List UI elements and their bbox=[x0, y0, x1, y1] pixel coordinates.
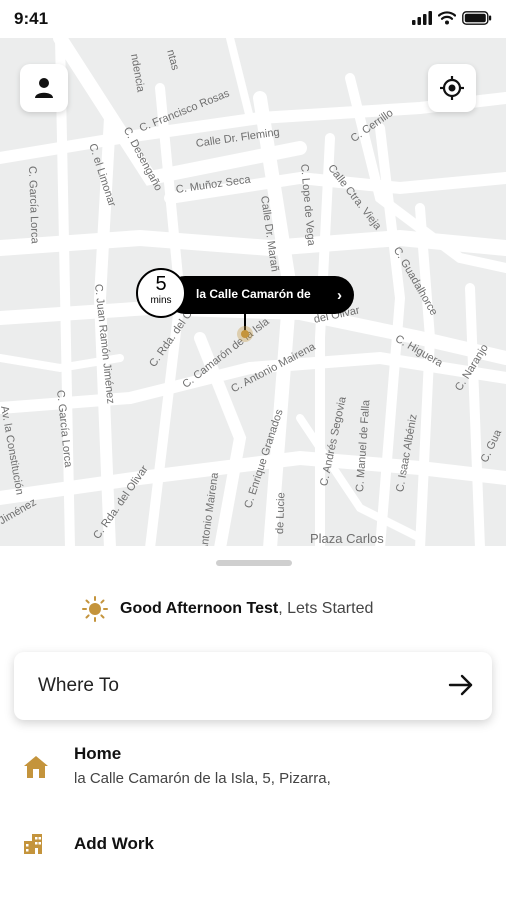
place-address: la Calle Camarón de la Isla, 5, Pizarra, bbox=[74, 770, 331, 787]
location-pin-icon bbox=[237, 326, 253, 342]
building-icon bbox=[24, 834, 42, 854]
user-icon bbox=[35, 78, 53, 98]
locate-me-button[interactable] bbox=[428, 64, 476, 112]
pickup-pill[interactable]: la Calle Camarón de › bbox=[166, 276, 354, 314]
sheet-handle[interactable] bbox=[216, 560, 292, 566]
status-time: 9:41 bbox=[14, 9, 49, 28]
place-title: Add Work bbox=[74, 834, 154, 853]
where-to-label: Where To bbox=[38, 675, 119, 696]
greeting: Good Afternoon Test, Lets Started bbox=[82, 596, 373, 622]
greeting-name: Good Afternoon Test bbox=[120, 600, 279, 617]
greeting-rest: , Lets Started bbox=[278, 600, 374, 617]
sun-icon bbox=[82, 596, 108, 622]
pickup-marker[interactable]: la Calle Camarón de › 5 mins bbox=[136, 268, 356, 342]
status-bar: 9:41 bbox=[0, 0, 506, 38]
battery-icon bbox=[462, 11, 492, 25]
add-work-item[interactable]: Add Work bbox=[0, 830, 506, 870]
where-to-input[interactable]: Where To bbox=[14, 652, 492, 720]
saved-place-home[interactable]: Home la Calle Camarón de la Isla, 5, Piz… bbox=[0, 742, 506, 802]
wifi-icon bbox=[438, 11, 456, 25]
bottom-sheet: Good Afternoon Test, Lets Started Where … bbox=[0, 546, 506, 900]
status-icons bbox=[412, 11, 492, 25]
home-icon bbox=[24, 756, 48, 778]
pickup-label: la Calle Camarón de bbox=[196, 287, 311, 301]
arrow-right-icon[interactable] bbox=[448, 673, 474, 697]
profile-button[interactable] bbox=[20, 64, 68, 112]
eta-badge: 5 mins bbox=[136, 268, 186, 318]
eta-value: 5 bbox=[155, 273, 167, 295]
map-view[interactable]: C. Francisco Rosas Calle Dr. Fleming C. … bbox=[0, 38, 506, 548]
eta-unit: mins bbox=[150, 295, 172, 306]
signal-icon bbox=[412, 11, 432, 25]
chevron-right-icon: › bbox=[337, 287, 342, 304]
street-label: Plaza Carlos bbox=[310, 531, 384, 546]
street-label: de Lucie bbox=[274, 492, 288, 535]
place-title: Home bbox=[74, 744, 122, 763]
crosshair-icon bbox=[440, 76, 464, 100]
